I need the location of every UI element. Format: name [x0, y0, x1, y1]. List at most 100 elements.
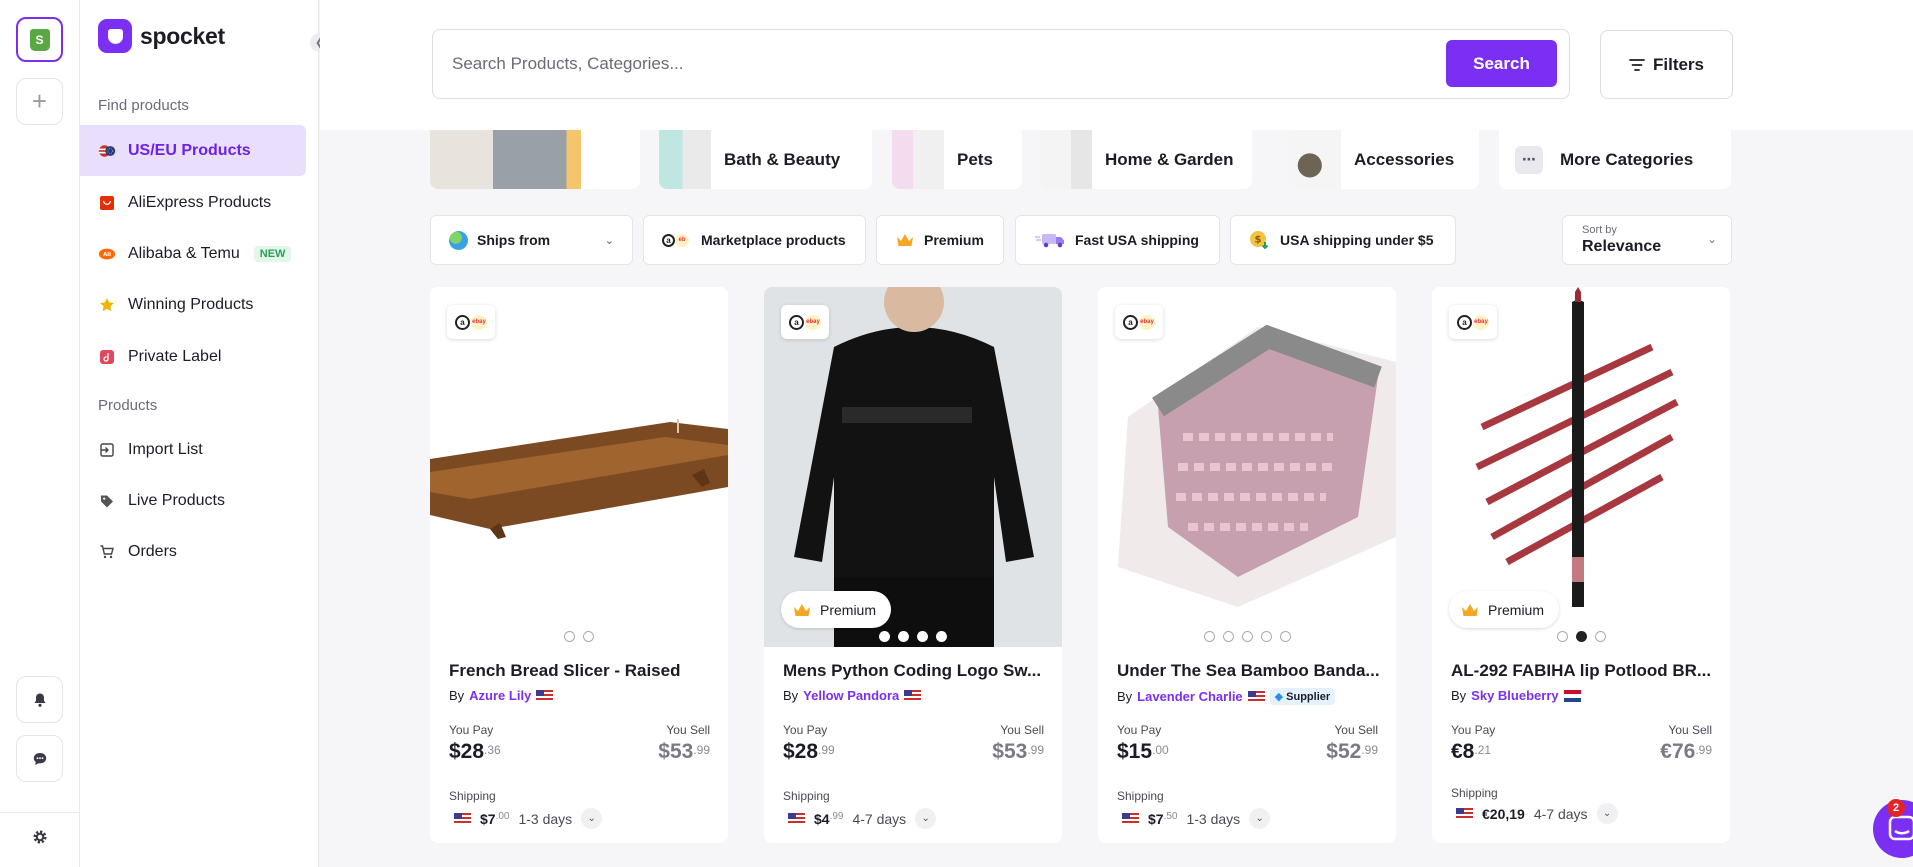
sidebar-item-label: Import List — [128, 440, 203, 458]
section-find-products: Find products — [98, 97, 189, 114]
chat-notification-badge: 2 — [1887, 799, 1905, 817]
sidebar-item-import-list[interactable]: Import List — [80, 424, 306, 475]
more-dots-icon: ⋯ — [1515, 145, 1543, 174]
sidebar-item-label: Alibaba & Temu — [128, 244, 240, 262]
new-badge: NEW — [253, 245, 292, 262]
us-flag-icon — [1456, 807, 1473, 820]
category-image-pets — [892, 130, 944, 189]
us-flag-icon — [1247, 690, 1265, 703]
search-button[interactable]: Search — [1446, 40, 1557, 87]
flag-icon — [98, 142, 116, 160]
sidebar-item-orders[interactable]: Orders — [80, 526, 306, 577]
shipping-dropdown-button[interactable]: ⌄ — [915, 808, 937, 829]
image-carousel-dots[interactable] — [1098, 631, 1396, 642]
shipping-dropdown-button[interactable]: ⌄ — [1596, 803, 1618, 824]
gear-icon — [33, 830, 46, 843]
tag-icon — [98, 492, 116, 510]
sidebar-item-live-products[interactable]: Live Products — [80, 475, 306, 526]
diamond-icon: ◆ — [1274, 691, 1284, 703]
category-label: Bath & Beauty — [724, 149, 841, 169]
us-flag-icon — [904, 689, 922, 702]
chip-label: Ships from — [477, 232, 551, 248]
category-card-bath-beauty[interactable]: Bath & Beauty — [659, 130, 872, 189]
you-sell-label: You Sell — [1668, 723, 1712, 737]
usa-shipping-under-5-chip[interactable]: $ USA shipping under $5 — [1230, 215, 1456, 265]
crown-icon — [897, 234, 913, 246]
by-label: By — [1451, 688, 1467, 703]
product-card[interactable]: a ebay Under The Sea Bamboo Banda... By La… — [1098, 287, 1396, 843]
bell-icon — [34, 693, 45, 707]
category-card-clothing[interactable] — [430, 130, 640, 189]
messages-button[interactable] — [16, 735, 63, 782]
spocket-logo-icon — [98, 19, 132, 53]
product-title[interactable]: Under The Sea Bamboo Banda... — [1117, 661, 1382, 681]
you-pay-label: You Pay — [449, 723, 494, 737]
cart-icon — [98, 543, 116, 561]
premium-chip[interactable]: Premium — [876, 215, 1004, 265]
category-label: Pets — [957, 149, 993, 169]
notifications-button[interactable] — [16, 676, 63, 723]
us-flag-icon — [1122, 812, 1139, 825]
by-label: By — [783, 688, 799, 703]
shipping-dropdown-button[interactable]: ⌄ — [1249, 808, 1271, 829]
shipping-dropdown-button[interactable]: ⌄ — [581, 808, 603, 829]
nl-flag-icon — [1563, 689, 1581, 702]
shipping-label: Shipping — [783, 789, 830, 803]
search-input[interactable] — [452, 50, 1392, 78]
add-store-button[interactable]: + — [16, 78, 63, 125]
product-image[interactable] — [1098, 287, 1396, 647]
chat-icon — [33, 752, 46, 765]
chip-label: Marketplace products — [701, 232, 846, 248]
category-card-home-garden[interactable]: Home & Garden — [1040, 130, 1252, 189]
ships-from-dropdown[interactable]: Ships from ⌄ — [430, 215, 633, 265]
sidebar-item-alibaba-temu[interactable]: Ali Alibaba & Temu NEW — [80, 228, 306, 279]
sidebar-item-aliexpress-products[interactable]: AliExpress Products — [80, 177, 306, 228]
fast-usa-shipping-chip[interactable]: Fast USA shipping — [1015, 215, 1220, 265]
seller-link[interactable]: Yellow Pandora — [803, 688, 899, 703]
category-image-accessories — [1289, 130, 1341, 189]
sidebar-item-us-eu-products[interactable]: US/EU Products — [80, 125, 306, 176]
seller-link[interactable]: Azure Lily — [469, 688, 531, 703]
shipping-info: $4.99 4-7 days ⌄ — [788, 808, 937, 829]
shopify-store-button[interactable] — [16, 17, 63, 62]
you-pay-label: You Pay — [783, 723, 828, 737]
sort-by-label: Sort by — [1582, 224, 1617, 236]
seller-link[interactable]: Lavender Charlie — [1137, 689, 1243, 704]
image-carousel-dots[interactable] — [430, 631, 728, 642]
image-carousel-dots[interactable] — [1432, 631, 1730, 642]
chip-label: Fast USA shipping — [1075, 232, 1199, 248]
image-carousel-dots[interactable] — [764, 631, 1062, 642]
you-sell-price: $53.99 — [658, 740, 710, 763]
sidebar-item-winning-products[interactable]: Winning Products — [80, 279, 306, 330]
you-pay-price: $28.99 — [783, 740, 835, 763]
supplier-badge: ◆ Supplier — [1269, 688, 1336, 705]
category-card-more[interactable]: ⋯ More Categories — [1499, 130, 1731, 189]
sidebar-item-private-label[interactable]: Private Label — [80, 331, 306, 382]
category-card-accessories[interactable]: Accessories — [1289, 130, 1479, 189]
settings-button[interactable] — [16, 813, 63, 860]
seller-link[interactable]: Sky Blueberry — [1471, 688, 1558, 703]
sidebar-item-label: Orders — [128, 542, 177, 560]
import-icon — [98, 441, 116, 459]
product-card[interactable]: a ebay Premium Mens Python Coding Logo Sw… — [764, 287, 1062, 843]
category-image-bath-beauty — [659, 130, 711, 189]
product-title[interactable]: Mens Python Coding Logo Sw... — [783, 661, 1048, 681]
chip-label: Premium — [924, 232, 984, 248]
filter-icon — [1629, 58, 1645, 71]
seller-line: By Lavender Charlie ◆ Supplier — [1117, 688, 1336, 705]
product-card[interactable]: a ebay Premium AL-292 FABIHA lip Potlood … — [1432, 287, 1730, 843]
filters-button[interactable]: Filters — [1600, 30, 1733, 99]
sidebar-item-label: Winning Products — [128, 295, 254, 313]
category-card-pets[interactable]: Pets — [892, 130, 1022, 189]
chevron-down-icon: ⌄ — [1706, 232, 1717, 246]
sidebar-item-label: Private Label — [128, 347, 222, 365]
marketplace-products-chip[interactable]: a eb Marketplace products — [643, 215, 866, 265]
product-card[interactable]: a ebay French Bread Slicer - Raised By Azu… — [430, 287, 728, 843]
sort-by-dropdown[interactable]: Sort by Relevance ⌄ — [1562, 215, 1732, 265]
brand-name: spocket — [140, 22, 225, 49]
spocket-logo[interactable]: spocket — [98, 19, 225, 53]
product-image[interactable] — [430, 287, 728, 647]
product-title[interactable]: French Bread Slicer - Raised — [449, 661, 714, 681]
you-pay-price: $15.00 — [1117, 740, 1169, 763]
product-title[interactable]: AL-292 FABIHA lip Potlood BR... — [1451, 661, 1716, 681]
